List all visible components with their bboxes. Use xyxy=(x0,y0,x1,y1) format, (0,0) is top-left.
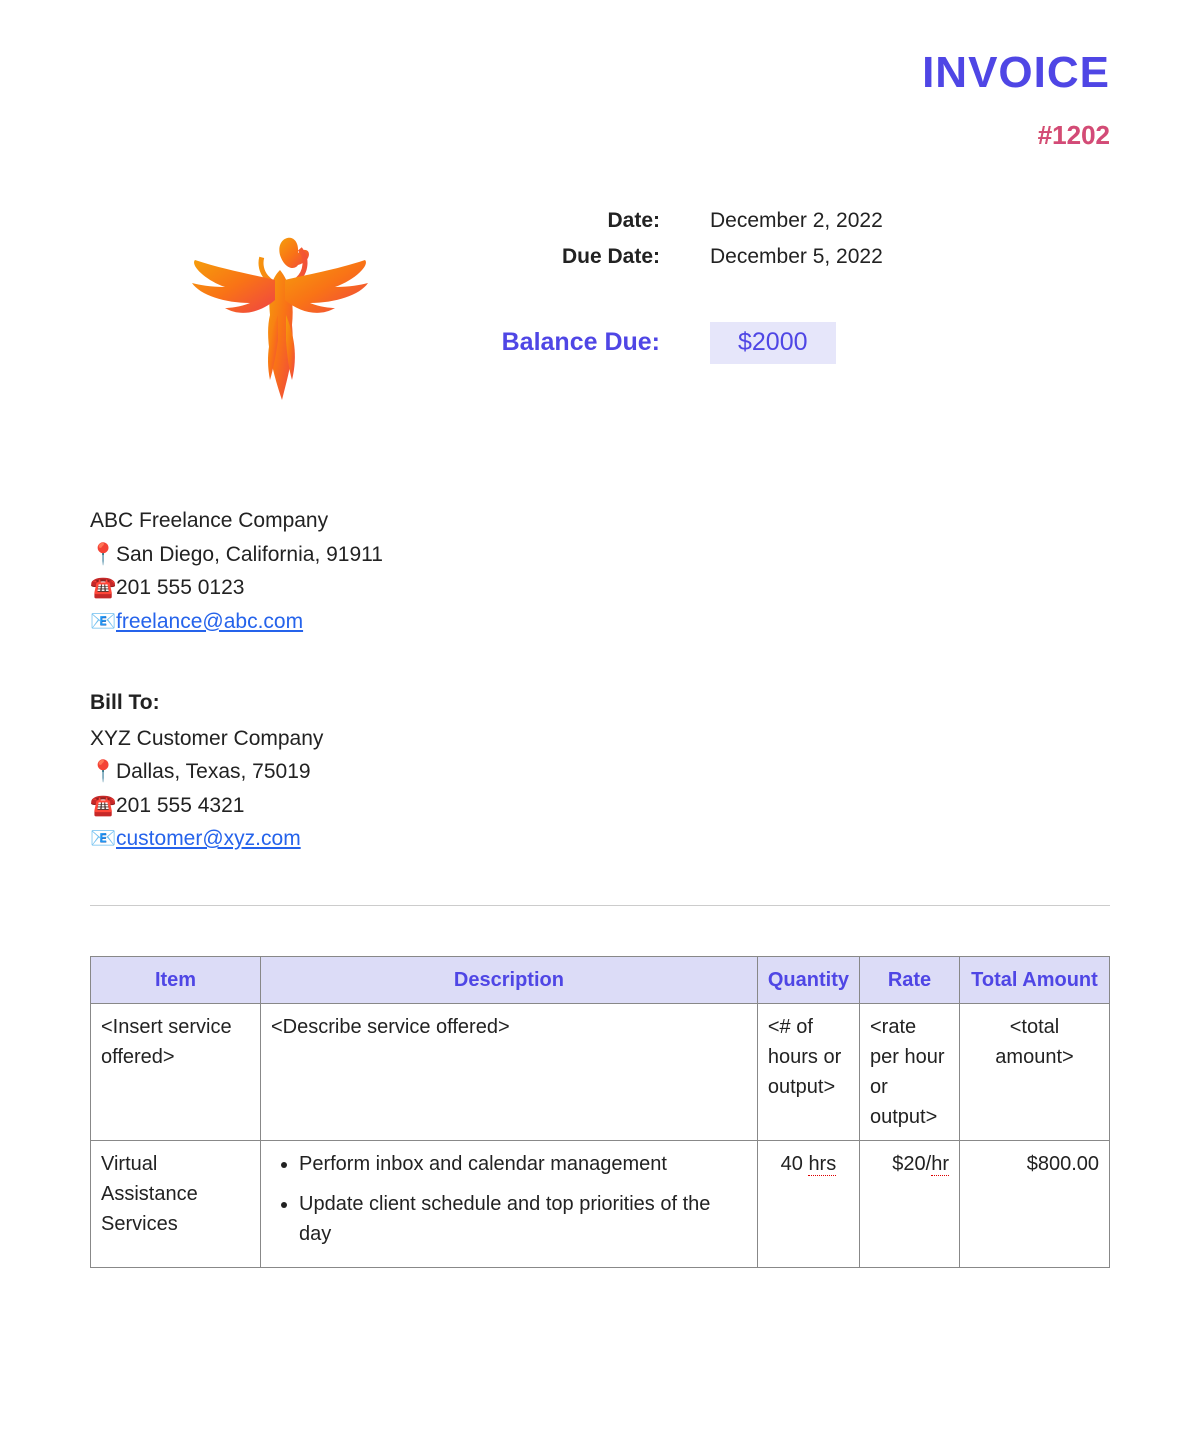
from-phone: 201 555 0123 xyxy=(116,576,244,599)
cell-rate: $20/hr xyxy=(860,1140,960,1267)
due-date-value: December 5, 2022 xyxy=(710,241,883,273)
bill-to-company: XYZ Customer Company xyxy=(90,723,1110,755)
cell-rate: <rate per hour or output> xyxy=(860,1003,960,1140)
balance-due-label: Balance Due: xyxy=(470,324,710,362)
date-label: Date: xyxy=(470,205,710,237)
date-value: December 2, 2022 xyxy=(710,205,883,237)
list-item: Update client schedule and top prioritie… xyxy=(299,1189,747,1249)
email-icon: 📧 xyxy=(90,606,112,638)
cell-description: Perform inbox and calendar management Up… xyxy=(261,1140,758,1267)
cell-item: Virtual Assistance Services xyxy=(91,1140,261,1267)
bill-to-heading: Bill To: xyxy=(90,687,1110,719)
bill-to-block: Bill To: XYZ Customer Company 📍Dallas, T… xyxy=(90,687,1110,855)
cell-quantity: 40 hrs xyxy=(757,1140,859,1267)
phone-icon: ☎️ xyxy=(90,790,112,822)
phoenix-logo-icon xyxy=(170,225,390,425)
pin-icon: 📍 xyxy=(90,539,112,571)
due-date-label: Due Date: xyxy=(470,241,710,273)
from-email-link[interactable]: freelance@abc.com xyxy=(116,610,303,633)
bill-to-phone: 201 555 4321 xyxy=(116,794,244,817)
email-icon: 📧 xyxy=(90,823,112,855)
list-item: Perform inbox and calendar management xyxy=(299,1149,747,1179)
balance-due-value: $2000 xyxy=(710,322,836,364)
pin-icon: 📍 xyxy=(90,756,112,788)
col-total: Total Amount xyxy=(960,956,1110,1003)
cell-total: $800.00 xyxy=(960,1140,1110,1267)
col-quantity: Quantity xyxy=(757,956,859,1003)
items-table: Item Description Quantity Rate Total Amo… xyxy=(90,956,1110,1268)
table-row: <Insert service offered> <Describe servi… xyxy=(91,1003,1110,1140)
invoice-number: #1202 xyxy=(90,116,1110,155)
phone-icon: ☎️ xyxy=(90,572,112,604)
col-rate: Rate xyxy=(860,956,960,1003)
bill-to-address: Dallas, Texas, 75019 xyxy=(116,760,311,783)
from-company: ABC Freelance Company xyxy=(90,505,1110,537)
table-row: Virtual Assistance Services Perform inbo… xyxy=(91,1140,1110,1267)
bill-to-email-link[interactable]: customer@xyz.com xyxy=(116,827,301,850)
col-item: Item xyxy=(91,956,261,1003)
cell-description: <Describe service offered> xyxy=(261,1003,758,1140)
from-address: San Diego, California, 91911 xyxy=(116,543,383,566)
cell-item: <Insert service offered> xyxy=(91,1003,261,1140)
cell-total: <total amount> xyxy=(960,1003,1110,1140)
divider xyxy=(90,905,1110,906)
col-description: Description xyxy=(261,956,758,1003)
invoice-title: INVOICE xyxy=(90,40,1110,106)
from-block: ABC Freelance Company 📍San Diego, Califo… xyxy=(90,505,1110,637)
cell-quantity: <# of hours or output> xyxy=(757,1003,859,1140)
